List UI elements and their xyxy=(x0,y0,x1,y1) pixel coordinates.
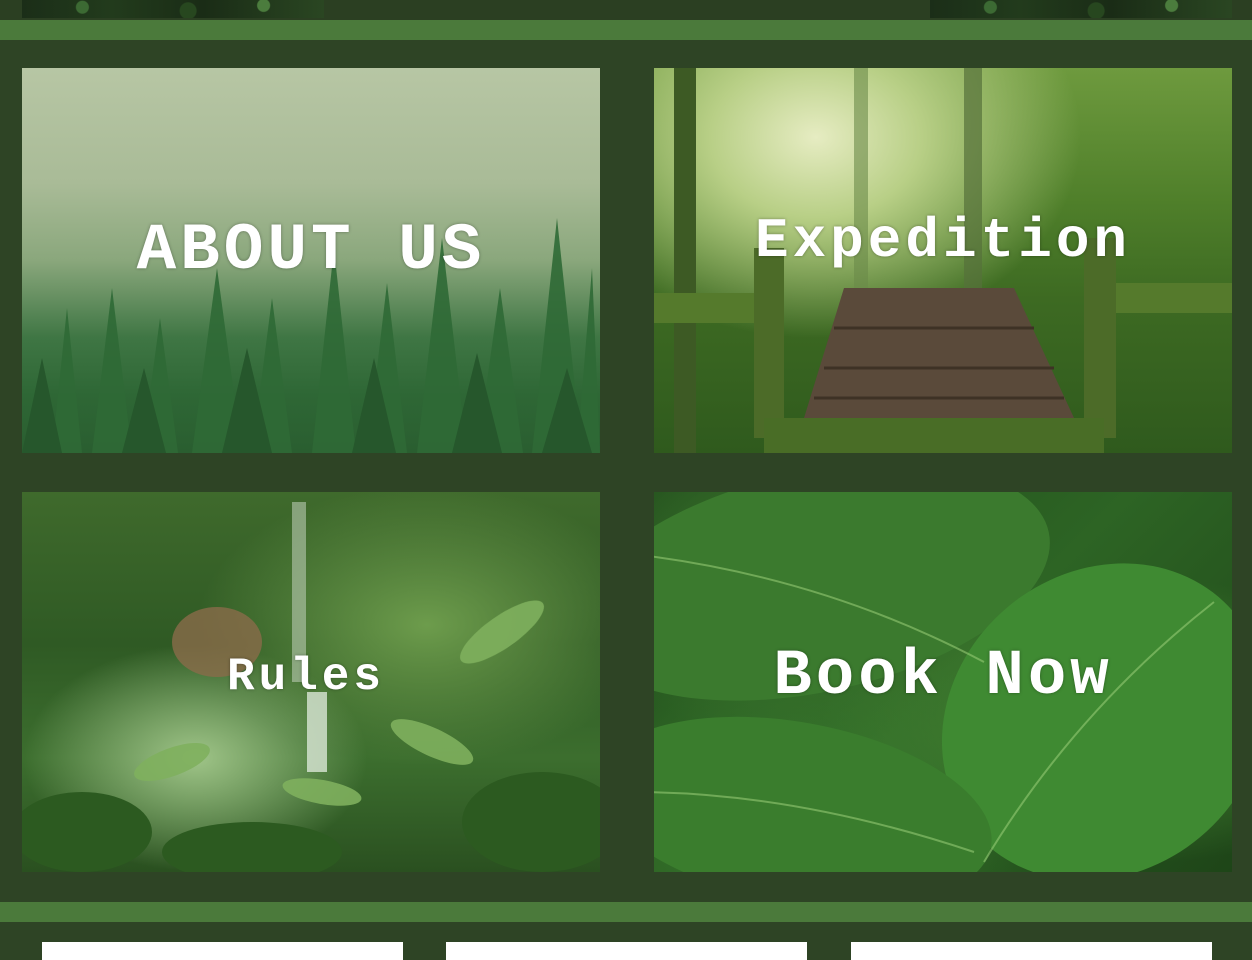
leaf-banner-left xyxy=(22,0,324,18)
footer-divider-band xyxy=(0,902,1252,922)
footer-card xyxy=(446,942,807,960)
footer-card xyxy=(42,942,403,960)
rules-label: Rules xyxy=(226,651,386,703)
about-us-label: ABOUT US xyxy=(136,213,486,288)
expedition-tile[interactable]: Expedition xyxy=(654,68,1232,453)
top-strip xyxy=(0,0,1252,20)
footer-card xyxy=(851,942,1212,960)
header-divider-band xyxy=(0,20,1252,40)
page: ABOUT US Expedition Rules Book Now xyxy=(0,0,1252,960)
about-us-tile[interactable]: ABOUT US xyxy=(22,68,600,453)
expedition-label: Expedition xyxy=(754,208,1132,273)
book-now-tile[interactable]: Book Now xyxy=(654,492,1232,872)
leaf-banner-right xyxy=(930,0,1232,18)
rules-tile[interactable]: Rules xyxy=(22,492,600,872)
book-now-label: Book Now xyxy=(773,641,1113,713)
